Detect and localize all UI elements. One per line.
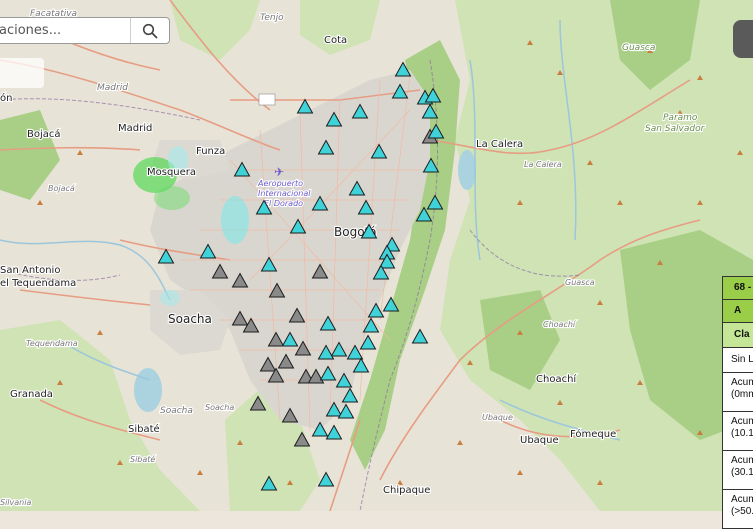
search-box [0, 17, 170, 44]
search-button[interactable] [130, 18, 169, 43]
legend-title: 68 - [723, 277, 753, 300]
place-label-madrid: Madrid [118, 123, 152, 134]
place-label-san-antonio2: el Tequendama [0, 278, 76, 289]
place-label-ubaque-italic: Ubaque [482, 413, 513, 422]
place-label-choachi-italic: Choachí [543, 320, 577, 329]
place-label-choachi: Choachí [536, 373, 577, 385]
lake [458, 150, 476, 190]
place-label-aeropuerto2: Internacional [258, 189, 311, 198]
place-label-aeropuerto1: Aeropuerto [257, 179, 303, 188]
map-control-button[interactable] [733, 20, 753, 58]
place-label-fomeque: Fómeque [570, 428, 616, 440]
place-label-madrid-italic: Madrid [97, 83, 128, 93]
place-label-sibate: Sibaté [128, 423, 160, 435]
place-label-cota: Cota [324, 35, 347, 46]
legend-row: Acum (10.1 [723, 412, 753, 451]
place-label-granada: Granada [10, 389, 53, 400]
legend-row: Acum (>50. [731, 494, 753, 517]
legend-class-header: Cla [723, 323, 753, 348]
legend-row: Sin L [723, 348, 753, 373]
precip-legend: 68 - A Cla Sin L Acum (0mm Acum (10.1 Acum… [722, 276, 753, 529]
place-label-bojaca: Bojacá [27, 128, 61, 140]
airport-icon: ✈ [274, 165, 284, 179]
search-icon [142, 23, 158, 38]
place-label-sibate-italic: Sibaté [130, 454, 155, 464]
place-label-soacha-italic: Soacha [160, 406, 193, 416]
place-label-paramo: Paramo [663, 113, 698, 123]
place-label-on: ón [0, 92, 12, 104]
legend-row: Acum (0mm [723, 373, 753, 412]
place-label-la-calera: La Calera [476, 139, 523, 150]
place-label-aeropuerto3: El Dorado [264, 199, 303, 208]
place-label-guasca: Guasca [622, 43, 655, 53]
place-label-tequendama-italic: Tequendama [26, 339, 78, 348]
place-label-la-calera-italic: La Calera [524, 160, 562, 169]
place-label-ubaque: Ubaque [520, 435, 559, 446]
legend-subtitle: A [723, 300, 753, 323]
place-label-tenjo: Tenjo [260, 13, 284, 23]
place-label-san-salvador: San Salvador [645, 124, 706, 134]
place-label-silvania: Silvania [0, 498, 31, 507]
layer-control[interactable] [0, 58, 44, 88]
place-label-soacha: Soacha [168, 312, 212, 326]
reservoir [134, 368, 162, 412]
place-label-guasca-road: Guasca [565, 278, 595, 287]
place-label-bojaca-italic: Bojacá [48, 184, 75, 193]
place-label-chipaque: Chipaque [383, 485, 430, 496]
map-canvas[interactable]: FacatativaTenjoCotaGuascaMadridónMadridS… [0, 0, 753, 511]
road-shield [258, 93, 276, 106]
place-label-san-antonio1: San Antonio [0, 265, 60, 276]
place-label-soacha-italic2: Soacha [205, 403, 234, 412]
place-label-mosquera: Mosquera [147, 167, 196, 178]
place-label-funza: Funza [196, 146, 225, 157]
search-input[interactable] [0, 18, 121, 43]
legend-row: Acum (30.1 [723, 451, 753, 490]
